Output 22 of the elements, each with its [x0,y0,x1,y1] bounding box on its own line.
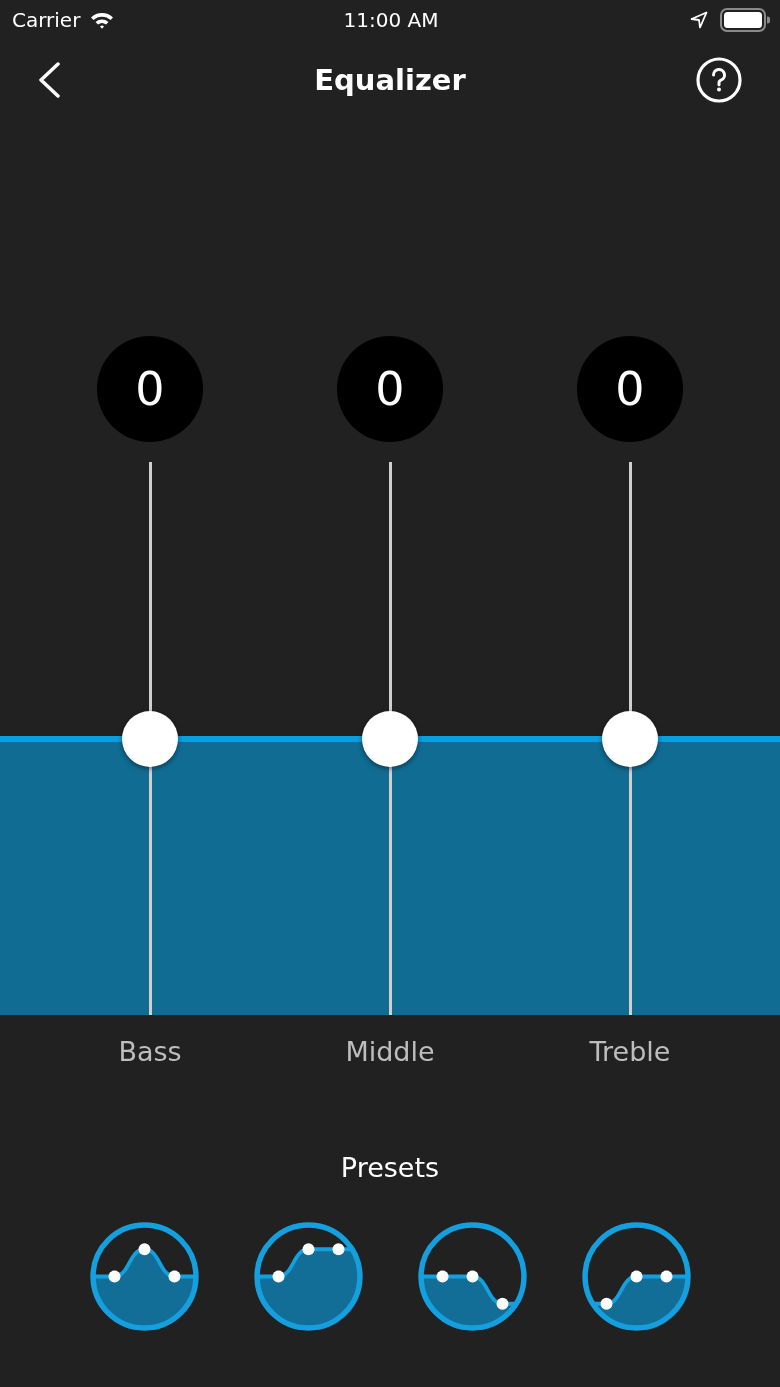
slider-thumb[interactable] [602,710,658,767]
presets-heading: Presets [340,1152,440,1183]
slider-thumb[interactable] [122,710,178,767]
value-bubble: 0 [337,336,443,442]
carrier-name: Carrier [12,8,81,32]
band-label: Bass [118,1035,182,1069]
band-label: Treble [589,1035,671,1069]
status-time: 11:00 AM [343,8,439,32]
screen-title: Equalizer [314,62,466,98]
preset-curve-icon[interactable] [253,1222,363,1331]
location-arrow-icon [690,11,708,29]
value-bubble: 0 [577,336,683,442]
value-bubble: 0 [97,336,203,442]
battery-icon [720,8,770,32]
band-label: Middle [345,1035,435,1069]
wifi-icon [90,11,115,29]
preset-curve-icon[interactable] [581,1222,691,1331]
help-icon[interactable] [696,57,742,103]
back-chevron-icon[interactable] [38,62,60,98]
slider-thumb[interactable] [362,710,418,767]
preset-curve-icon[interactable] [417,1222,527,1331]
preset-curve-icon[interactable] [89,1222,199,1331]
